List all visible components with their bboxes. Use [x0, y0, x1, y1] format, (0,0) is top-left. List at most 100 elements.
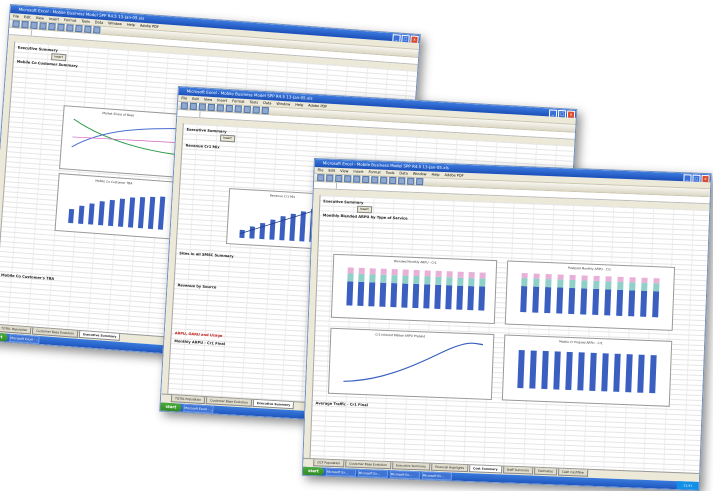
section-customer-summary: Mobile Co Customer Summary	[16, 59, 78, 69]
paste-icon[interactable]	[66, 24, 74, 32]
sum-icon[interactable]	[252, 106, 260, 114]
customer-tba-chart: Mobile Co Customer TBA	[54, 173, 181, 240]
sum-icon[interactable]	[84, 25, 92, 34]
menu-edit[interactable]: Edit	[192, 96, 199, 102]
zoom-icon[interactable]	[407, 177, 415, 185]
menu-adobe-pdf[interactable]: Adobe PDF	[444, 172, 463, 179]
menu-view[interactable]: View	[340, 168, 349, 174]
tab-estimates[interactable]: Estimates	[533, 467, 558, 476]
menu-data[interactable]: Data	[95, 19, 104, 26]
menu-format[interactable]: Format	[64, 17, 77, 24]
menu-insert[interactable]: Insert	[353, 169, 363, 175]
menu-file[interactable]: File	[181, 95, 187, 101]
new-icon[interactable]	[12, 20, 20, 28]
maximize-icon[interactable]: □	[692, 174, 701, 183]
taskbar-item-4[interactable]: Microsoft Ex...	[421, 471, 452, 481]
chart-icon[interactable]	[93, 26, 101, 34]
taskbar-excel-button[interactable]: Microsoft Excel - ...	[183, 403, 214, 414]
worksheet-grid[interactable]: Executive Summary Insert Monthly Blended…	[303, 195, 710, 475]
menu-window[interactable]: Window	[108, 20, 122, 27]
cut-icon[interactable]	[216, 104, 225, 112]
menu-file[interactable]: File	[13, 13, 19, 19]
undo-icon[interactable]	[243, 105, 251, 114]
taskbar-item-1[interactable]: Microsoft Ex...	[325, 467, 356, 477]
blended-arpu-stacked-bars	[346, 267, 486, 311]
start-button[interactable]: start	[160, 402, 182, 412]
menu-view[interactable]: View	[204, 97, 213, 103]
menu-tools[interactable]: Tools	[249, 99, 258, 105]
section-monthly-blended-arpu: Monthly Blended ARPU by Type of Service	[322, 213, 408, 221]
start-button[interactable]: start	[302, 466, 325, 476]
taskbar-item-2[interactable]: Microsoft Ex...	[357, 468, 388, 479]
menu-window[interactable]: Window	[413, 171, 427, 178]
new-icon[interactable]	[180, 102, 189, 110]
minimize-icon[interactable]: _	[683, 174, 692, 183]
mobile-prepaid-arpu-bars	[517, 350, 657, 394]
tab-cost-summary[interactable]: Cost Summary	[469, 465, 502, 474]
menu-insert[interactable]: Insert	[217, 97, 227, 104]
taskbar-excel-button[interactable]: Microsoft Excel - ...	[9, 333, 40, 345]
paste-icon[interactable]	[234, 105, 242, 113]
section-customer-tba: Mobile Co Customer's TBA	[0, 273, 55, 281]
menu-tools[interactable]: Tools	[81, 18, 90, 25]
menu-format[interactable]: Format	[368, 169, 381, 175]
excel-window-front[interactable]: Microsoft Excel - Mobile Business Model …	[301, 158, 712, 491]
copy-icon[interactable]	[362, 175, 370, 184]
chart-icon[interactable]	[398, 177, 406, 185]
menu-tools[interactable]: Tools	[386, 170, 395, 176]
undo-icon[interactable]	[75, 24, 83, 33]
print-icon[interactable]	[39, 22, 47, 30]
insert-button[interactable]: Insert	[356, 205, 372, 214]
sum-icon[interactable]	[389, 176, 397, 185]
insert-button[interactable]: Insert	[219, 134, 235, 143]
print-icon[interactable]	[207, 103, 216, 112]
tab-ocf-population[interactable]: OCF Population	[313, 459, 345, 468]
tab-cash-cashflow[interactable]: Cash Cashflow	[557, 468, 588, 477]
mobile-prepaid-arpu-chart: Mobile Cr Prepaid ARPU - Cr1	[501, 334, 673, 407]
save-icon[interactable]	[198, 103, 207, 111]
menu-adobe-pdf[interactable]: Adobe PDF	[308, 103, 327, 110]
menu-window[interactable]: Window	[276, 101, 290, 108]
menu-edit[interactable]: Edit	[328, 168, 335, 174]
sheet-heading: Executive Summary	[323, 199, 364, 205]
print-icon[interactable]	[344, 175, 352, 183]
maximize-icon[interactable]: □	[557, 109, 567, 118]
name-box[interactable]	[313, 182, 338, 189]
menu-format[interactable]: Format	[232, 98, 245, 105]
open-icon[interactable]	[326, 174, 334, 182]
close-icon[interactable]: x	[410, 35, 419, 44]
tab-staff-summary[interactable]: Staff Summary	[502, 466, 534, 475]
start-button[interactable]: start	[0, 332, 8, 342]
cut-icon[interactable]	[353, 175, 361, 183]
menu-edit[interactable]: Edit	[24, 14, 31, 20]
menu-data[interactable]: Data	[263, 100, 272, 106]
maximize-icon[interactable]: □	[401, 34, 410, 44]
undo-icon[interactable]	[380, 176, 388, 184]
cut-icon[interactable]	[48, 22, 56, 31]
menu-view[interactable]: View	[35, 15, 45, 22]
menu-insert[interactable]: Insert	[49, 16, 59, 23]
new-icon[interactable]	[317, 174, 325, 182]
chart-icon[interactable]	[261, 106, 269, 115]
paste-icon[interactable]	[371, 176, 379, 184]
copy-icon[interactable]	[57, 23, 65, 32]
menu-help[interactable]: Help	[295, 102, 303, 108]
tab-executive-summary[interactable]: Executive Summary	[391, 462, 431, 471]
menu-help[interactable]: Help	[127, 22, 135, 29]
window-controls: _ □ x	[548, 109, 576, 118]
close-icon[interactable]: x	[701, 174, 710, 183]
open-icon[interactable]	[189, 102, 198, 111]
window-controls: _ □ x	[683, 174, 710, 183]
save-icon[interactable]	[30, 21, 38, 30]
insert-button[interactable]: Insert	[50, 53, 67, 62]
menu-help[interactable]: Help	[431, 172, 440, 178]
tab-financial-highlights[interactable]: Financial Highlights	[430, 463, 469, 473]
help-icon[interactable]	[416, 177, 424, 186]
menu-file[interactable]: File	[317, 167, 323, 173]
menu-data[interactable]: Data	[399, 170, 408, 176]
postpaid-arpu-stacked-bars	[520, 273, 660, 318]
close-icon[interactable]: x	[566, 110, 576, 118]
open-icon[interactable]	[21, 20, 29, 29]
copy-icon[interactable]	[225, 104, 233, 113]
save-icon[interactable]	[335, 174, 343, 183]
